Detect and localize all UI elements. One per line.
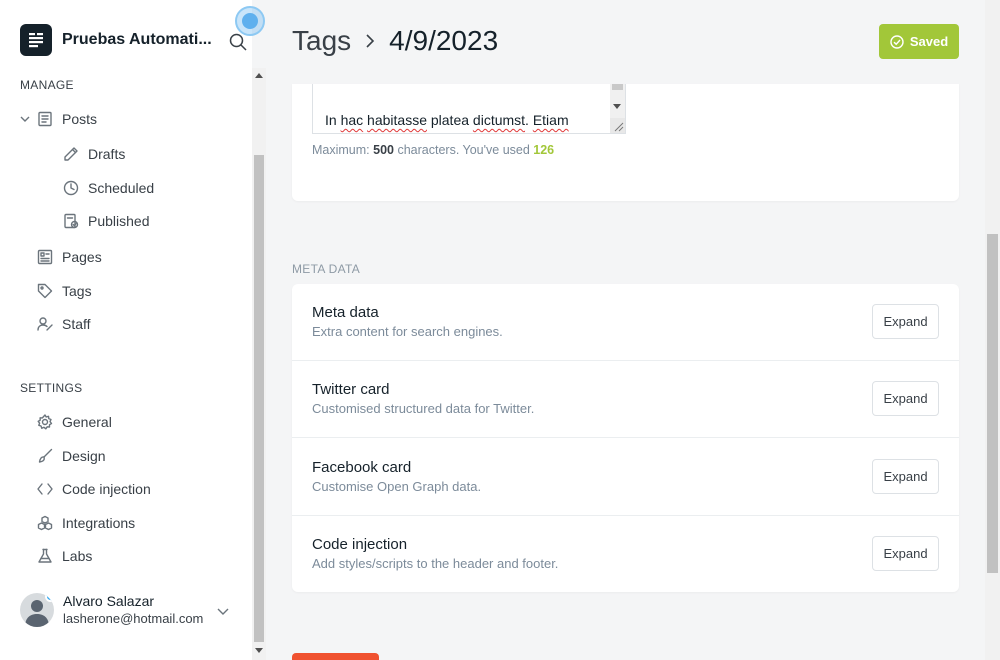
sidebar-item-labs[interactable]: Labs — [36, 545, 92, 567]
meta-row-description: Customised structured data for Twitter. — [312, 401, 535, 416]
integrations-icon — [36, 514, 54, 532]
sidebar-item-label: General — [62, 414, 112, 430]
page-title: 4/9/2023 — [389, 25, 499, 56]
sidebar-item-scheduled[interactable]: Scheduled — [62, 177, 154, 199]
flask-icon — [36, 547, 54, 565]
brush-icon — [36, 447, 54, 465]
sidebar-item-tags[interactable]: Tags — [36, 280, 92, 302]
chevron-down-icon[interactable] — [18, 112, 32, 126]
tag-icon — [36, 282, 54, 300]
breadcrumb: Tags 4/9/2023 — [292, 25, 498, 57]
settings-heading: SETTINGS — [20, 381, 83, 395]
meta-data-card: Meta data Extra content for search engin… — [292, 284, 959, 592]
scroll-down-arrow-icon[interactable] — [255, 648, 263, 653]
description-card: In hac habitasse platea dictumst. Etiam … — [292, 84, 959, 201]
gear-icon — [36, 413, 54, 431]
expand-meta-data-button[interactable]: Expand — [872, 304, 939, 339]
pages-icon — [36, 248, 54, 266]
breadcrumb-tags-link[interactable]: Tags — [292, 25, 351, 57]
sidebar-item-label: Drafts — [88, 146, 126, 162]
meta-row-title: Meta data — [312, 304, 379, 321]
meta-row-description: Add styles/scripts to the header and foo… — [312, 556, 559, 571]
scroll-up-arrow-icon[interactable] — [255, 73, 263, 78]
cursor-indicator — [235, 6, 265, 36]
sidebar-item-staff[interactable]: Staff — [36, 313, 91, 335]
avatar — [20, 593, 54, 627]
character-count: Maximum: 500 characters. You've used 126 — [312, 143, 555, 157]
manage-heading: MANAGE — [20, 78, 74, 92]
meta-row-title: Twitter card — [312, 381, 390, 398]
sidebar-item-integrations[interactable]: Integrations — [36, 512, 135, 534]
sidebar-item-label: Staff — [62, 316, 91, 332]
scroll-down-arrow-icon[interactable] — [613, 104, 621, 109]
description-text: In hac habitasse platea dictumst. Etiam — [325, 112, 569, 128]
code-icon — [36, 480, 54, 498]
published-icon — [62, 212, 80, 230]
site-logo-icon — [20, 24, 52, 56]
sidebar-item-label: Scheduled — [88, 180, 155, 196]
user-name: Alvaro Salazar — [63, 593, 155, 609]
clock-icon — [62, 179, 80, 197]
sidebar-item-drafts[interactable]: Drafts — [62, 143, 125, 165]
sidebar-item-label: Published — [88, 213, 150, 229]
expand-code-injection-button[interactable]: Expand — [872, 536, 939, 571]
sidebar-item-label: Design — [62, 448, 106, 464]
sidebar-item-label: Code injection — [62, 481, 151, 497]
description-textarea[interactable]: In hac habitasse platea dictumst. Etiam — [312, 84, 626, 134]
sidebar-item-label: Pages — [62, 249, 102, 265]
sidebar-item-label: Integrations — [62, 515, 136, 531]
sidebar-item-pages[interactable]: Pages — [36, 246, 102, 268]
chevron-right-icon — [363, 32, 377, 50]
meta-row-meta-data: Meta data Extra content for search engin… — [292, 284, 959, 361]
textarea-scrollbar[interactable] — [610, 84, 625, 118]
chevron-down-icon[interactable] — [216, 604, 230, 618]
expand-facebook-card-button[interactable]: Expand — [872, 459, 939, 494]
sidebar-scrollbar-thumb[interactable] — [254, 155, 264, 642]
sidebar-item-code-injection[interactable]: Code injection — [36, 478, 151, 500]
saved-button[interactable]: Saved — [879, 24, 959, 59]
meta-data-section-label: META DATA — [292, 262, 361, 276]
user-menu[interactable]: Alvaro Salazar lasherone@hotmail.com — [20, 592, 203, 628]
posts-icon — [36, 110, 54, 128]
main-scrollbar-thumb[interactable] — [987, 234, 998, 573]
delete-tag-button[interactable] — [292, 653, 379, 660]
expand-twitter-card-button[interactable]: Expand — [872, 381, 939, 416]
meta-row-title: Facebook card — [312, 459, 412, 476]
user-email: lasherone@hotmail.com — [63, 611, 204, 626]
check-circle-icon — [890, 34, 904, 49]
sidebar-item-posts[interactable]: Posts — [36, 108, 97, 130]
resize-handle-icon[interactable] — [610, 118, 625, 133]
sidebar-item-published[interactable]: Published — [62, 210, 150, 232]
sidebar-item-label: Labs — [62, 548, 93, 564]
site-title: Pruebas Automati... — [62, 31, 212, 48]
meta-row-description: Extra content for search engines. — [312, 324, 503, 339]
brand[interactable]: Pruebas Automati... — [20, 24, 212, 56]
sidebar-item-design[interactable]: Design — [36, 445, 106, 467]
sidebar-item-general[interactable]: General — [36, 411, 112, 433]
meta-row-title: Code injection — [312, 536, 408, 553]
meta-row-description: Customise Open Graph data. — [312, 479, 482, 494]
sidebar: Pruebas Automati... MANAGE Posts Drafts … — [0, 0, 252, 660]
sidebar-item-label: Posts — [62, 111, 98, 127]
saved-label: Saved — [909, 34, 949, 49]
meta-row-twitter-card: Twitter card Customised structured data … — [292, 361, 959, 438]
sidebar-item-label: Tags — [62, 283, 92, 299]
staff-icon — [36, 315, 54, 333]
pencil-icon — [62, 145, 80, 163]
notification-dot — [45, 593, 54, 602]
meta-row-facebook-card: Facebook card Customise Open Graph data.… — [292, 438, 959, 516]
meta-row-code-injection: Code injection Add styles/scripts to the… — [292, 516, 959, 592]
